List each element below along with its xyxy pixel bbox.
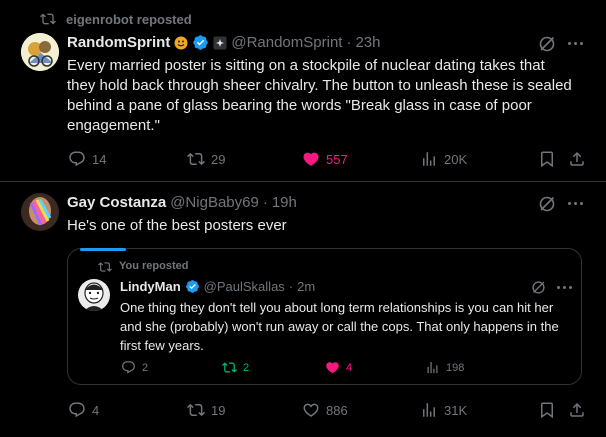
repost-icon	[187, 403, 205, 417]
share-icon[interactable]	[568, 150, 586, 168]
timestamp[interactable]: 19h	[272, 194, 297, 211]
tweet-divider	[0, 181, 606, 182]
repost-count: 19	[211, 402, 226, 418]
like-count: 557	[326, 151, 348, 167]
quote-author-handle[interactable]: @PaulSkallas	[204, 279, 285, 294]
views-button[interactable]: 20K	[420, 150, 467, 168]
author-handle[interactable]: @RandomSprint	[231, 34, 342, 51]
grok-icon[interactable]	[538, 35, 556, 53]
views-button[interactable]: 31K	[420, 401, 467, 419]
like-button[interactable]: 4	[325, 360, 352, 375]
repost-button[interactable]: 19	[187, 401, 225, 419]
like-button[interactable]: 886	[302, 401, 348, 419]
author-handle[interactable]: @NigBaby69	[170, 194, 259, 211]
repost-icon	[98, 260, 112, 274]
avatar[interactable]	[21, 193, 59, 231]
author-name[interactable]: RandomSprint	[67, 34, 170, 51]
more-icon[interactable]	[557, 286, 572, 289]
views-count: 20K	[444, 151, 468, 167]
verified-badge-icon[interactable]	[192, 34, 209, 51]
repost-button[interactable]: 29	[187, 150, 225, 168]
reply-icon	[69, 402, 85, 418]
reply-count: 4	[92, 402, 100, 418]
timestamp[interactable]: 23h	[355, 34, 380, 51]
tweet-text: He's one of the best posters ever	[67, 217, 287, 234]
bookmark-icon[interactable]	[538, 150, 556, 168]
reply-count: 14	[92, 151, 107, 167]
more-icon[interactable]	[568, 202, 583, 205]
quote-text: One thing they don't tell you about long…	[120, 300, 559, 353]
like-icon	[303, 152, 319, 166]
views-icon	[423, 152, 435, 166]
tweet-text: Every married poster is sitting on a sto…	[67, 57, 572, 134]
like-count: 4	[346, 361, 353, 374]
share-icon[interactable]	[568, 401, 586, 419]
repost-count: 2	[243, 361, 250, 374]
views-icon	[427, 361, 438, 374]
separator: ·	[262, 194, 268, 211]
author-name[interactable]: Gay Costanza	[67, 194, 166, 211]
repost-button[interactable]: 2	[222, 360, 249, 375]
views-button[interactable]: 198	[425, 360, 464, 375]
like-icon	[326, 362, 339, 374]
repost-header-text[interactable]: eigenrobot reposted	[66, 12, 192, 27]
repost-count: 29	[211, 151, 226, 167]
more-icon[interactable]	[568, 42, 583, 45]
grok-icon[interactable]	[531, 280, 546, 295]
views-count: 198	[446, 361, 465, 374]
smiley-icon	[174, 36, 188, 50]
like-button[interactable]: 557	[302, 150, 348, 168]
repost-icon	[187, 152, 205, 166]
reply-button[interactable]: 14	[68, 150, 106, 168]
views-icon	[423, 403, 435, 417]
separator: ·	[346, 34, 352, 51]
separator: ·	[288, 279, 294, 294]
quote-repost-label[interactable]: You reposted	[119, 260, 188, 272]
quote-author-name[interactable]: LindyMan	[120, 279, 181, 294]
affiliate-badge-icon[interactable]	[213, 36, 227, 50]
avatar[interactable]	[78, 279, 110, 311]
reply-icon	[122, 361, 135, 374]
verified-badge-icon[interactable]	[185, 279, 200, 294]
quote-progress-bar	[80, 248, 126, 251]
like-icon	[303, 403, 319, 417]
repost-icon	[40, 11, 56, 27]
views-count: 31K	[444, 402, 468, 418]
repost-icon	[222, 362, 237, 373]
reply-button[interactable]: 4	[68, 401, 99, 419]
reply-count: 2	[142, 361, 149, 374]
quote-tweet[interactable]: You reposted LindyMan @PaulSkallas · 2m	[67, 248, 582, 385]
bookmark-icon[interactable]	[538, 401, 556, 419]
quote-timestamp[interactable]: 2m	[297, 279, 315, 294]
avatar[interactable]	[21, 33, 59, 71]
grok-icon[interactable]	[538, 195, 556, 213]
reply-button[interactable]: 2	[121, 360, 148, 375]
like-count: 886	[326, 402, 348, 418]
reply-icon	[69, 151, 85, 167]
